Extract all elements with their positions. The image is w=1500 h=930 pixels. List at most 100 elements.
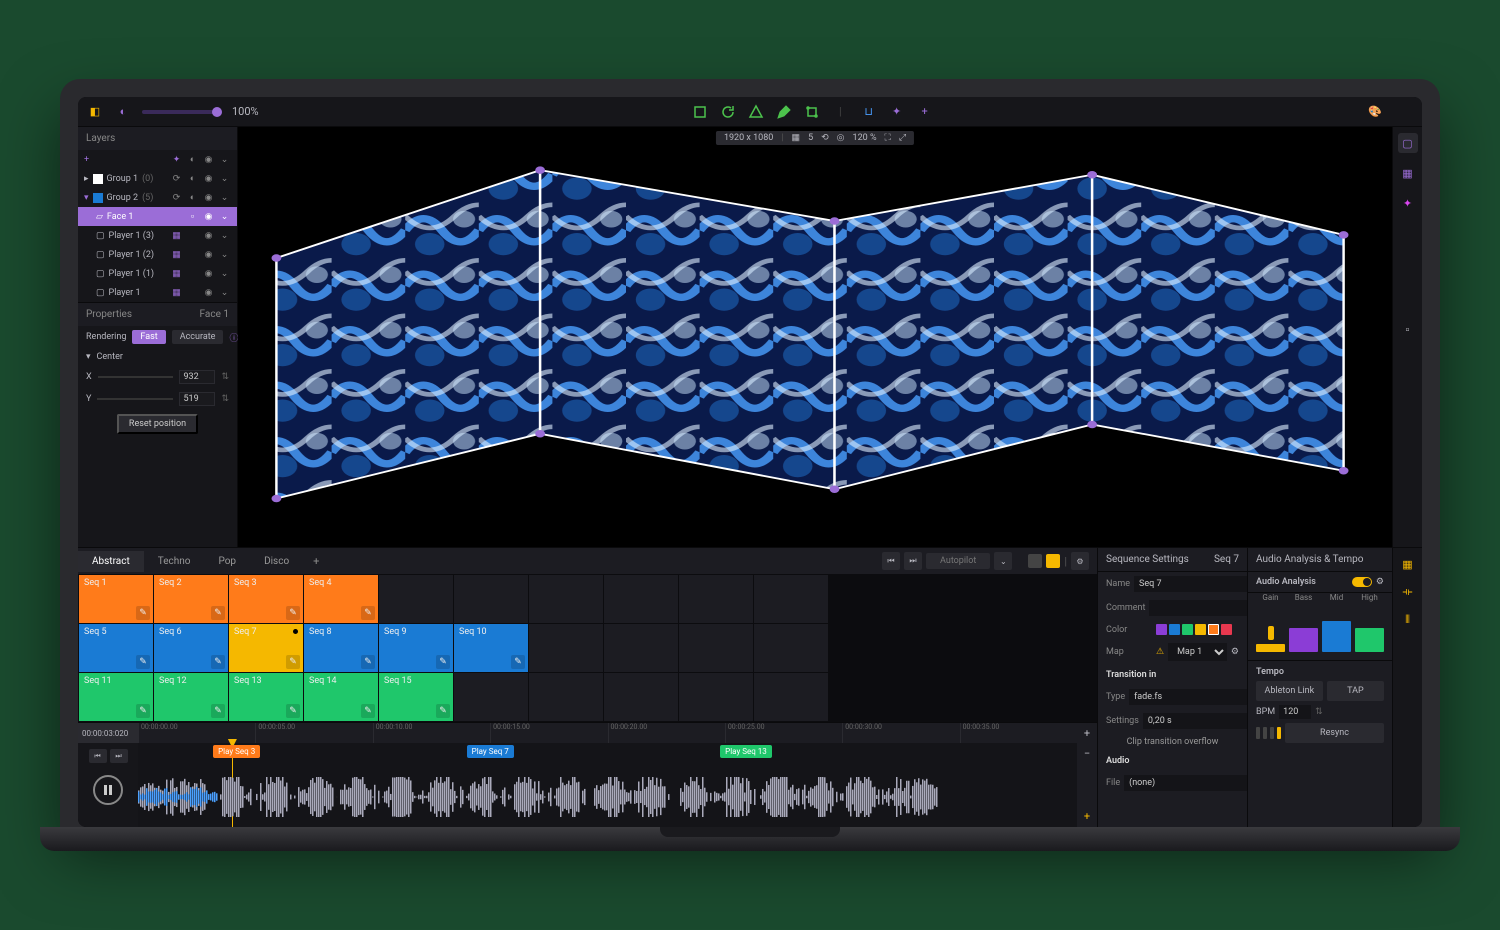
layer-fx-icon[interactable]: ✦ [170,153,183,166]
sequence-cell[interactable] [754,624,828,672]
sequence-cell[interactable] [679,624,753,672]
sequence-cell[interactable]: Seq 9✎ [379,624,453,672]
seq-map-select[interactable]: Map 1 [1168,643,1227,661]
sequence-cell[interactable] [529,575,603,623]
ableton-link-button[interactable]: Ableton Link [1256,681,1323,701]
sequence-cell[interactable]: Seq 3✎ [229,575,303,623]
edit-icon[interactable]: ✎ [136,655,150,669]
x-input[interactable] [179,370,215,384]
audio-settings-icon[interactable]: ⚙ [1376,577,1384,587]
rendering-fast-button[interactable]: Fast [132,330,165,344]
sequence-cell[interactable]: Seq 12✎ [154,673,228,721]
app-icon[interactable]: ◧ [86,103,104,121]
edit-icon[interactable]: ✎ [361,606,375,620]
sequence-cell[interactable] [604,624,678,672]
reset-position-button[interactable]: Reset position [117,414,198,434]
audio-analysis-toggle[interactable] [1352,577,1372,587]
edit-icon[interactable]: ✎ [136,606,150,620]
rendering-accurate-button[interactable]: Accurate [172,330,224,344]
edit-icon[interactable]: ✎ [211,704,225,718]
tab-disco[interactable]: Disco [250,551,303,572]
warning-icon[interactable]: ⚠ [1156,647,1164,657]
layer-expand-icon[interactable]: ⌄ [218,153,231,166]
sequence-cell[interactable] [679,575,753,623]
palette-icon[interactable]: 🎨 [1366,103,1384,121]
edit-icon[interactable]: ✎ [286,704,300,718]
sequence-cell[interactable] [379,575,453,623]
sequence-cell[interactable] [754,575,828,623]
marker-play-seq-7[interactable]: Play Seq 7 [467,745,514,758]
transform-tool-icon[interactable] [803,103,821,121]
marker-play-seq-13[interactable]: Play Seq 13 [720,745,772,758]
audio-file-input[interactable] [1124,775,1248,791]
sequence-cell[interactable] [754,673,828,721]
record-off-button[interactable] [1028,554,1042,568]
timeline-add-track-icon[interactable]: + [1084,810,1090,823]
sequence-cell[interactable]: Seq 6✎ [154,624,228,672]
preview-viewport[interactable] [238,127,1392,547]
x-slider[interactable] [98,376,174,378]
y-input[interactable] [179,392,215,406]
layer-face-1[interactable]: ▱ Face 1 ▫◉⌄ [78,207,237,226]
layer-group-1[interactable]: ▸ Group 1 (0) ⟳◐◉⌄ [78,169,237,188]
tab-techno[interactable]: Techno [144,551,205,572]
next-seq-button[interactable]: ⏭ [904,552,922,570]
add-layer-icon[interactable]: + [84,155,89,165]
layer-player-1-3[interactable]: ▢ Player 1 (3) ▦◉⌄ [78,226,237,245]
autopilot-menu-icon[interactable]: ⌄ [994,552,1012,570]
layer-player-1-2[interactable]: ▢ Player 1 (2) ▦◉⌄ [78,245,237,264]
rail-sliders-icon[interactable]: ⟛ [1398,582,1418,602]
sequence-cell[interactable] [454,673,528,721]
marker-play-seq-3[interactable]: Play Seq 3 [213,745,260,758]
edit-icon[interactable]: ✎ [511,655,525,669]
add-tab-button[interactable]: + [303,550,329,573]
magnet-icon[interactable]: ⊔ [860,103,878,121]
edit-icon[interactable]: ✎ [361,704,375,718]
seq-name-input[interactable] [1134,576,1258,592]
sequence-cell[interactable] [454,575,528,623]
sequence-cell[interactable]: Seq 11✎ [79,673,153,721]
sequence-cell[interactable]: Seq 8✎ [304,624,378,672]
sequence-cell[interactable] [679,673,753,721]
sequence-cell[interactable] [604,673,678,721]
sequence-cell[interactable]: Seq 4✎ [304,575,378,623]
bpm-input[interactable] [1279,705,1311,719]
edit-icon[interactable]: ✎ [136,704,150,718]
sequence-cell[interactable]: Seq 5✎ [79,624,153,672]
edit-icon[interactable]: ✎ [436,704,450,718]
timeline-start-button[interactable]: ⏮ [89,749,107,763]
timeline-pause-button[interactable] [93,775,123,805]
sequence-cell[interactable]: Seq 15✎ [379,673,453,721]
sequence-cell[interactable] [529,624,603,672]
rail-grid-icon[interactable]: ▦ [1398,163,1418,183]
timeline-end-button[interactable]: ⏭ [110,749,128,763]
pen-tool-icon[interactable] [775,103,793,121]
timeline-ruler[interactable]: 00:00:00.0000:00:05.0000:00:10.0000:00:1… [138,723,1077,743]
timeline-tracks[interactable]: Play Seq 3 Play Seq 7 Play Seq 13 [138,743,1077,827]
crop-tool-icon[interactable] [691,103,709,121]
center-section-header[interactable]: ▾Center [78,348,237,366]
timeline-zoom-out-icon[interactable]: − [1084,747,1090,760]
layer-player-1[interactable]: ▢ Player 1 ▦◉⌄ [78,283,237,302]
y-slider[interactable] [97,398,173,400]
contrast-icon[interactable]: ◐ [114,103,132,121]
zoom-slider[interactable] [142,110,222,114]
layer-visibility-icon[interactable]: ◉ [202,153,215,166]
tab-abstract[interactable]: Abstract [78,551,144,572]
sequence-cell[interactable] [529,673,603,721]
edit-icon[interactable]: ✎ [436,655,450,669]
seq-settings-icon[interactable]: ⚙ [1071,552,1089,570]
sequence-cell[interactable]: Seq 10✎ [454,624,528,672]
tab-pop[interactable]: Pop [204,551,250,572]
sequence-cell[interactable]: Seq 1✎ [79,575,153,623]
sequence-cell[interactable]: Seq 13✎ [229,673,303,721]
rotate-tool-icon[interactable] [719,103,737,121]
timeline-zoom-in-icon[interactable]: + [1084,727,1090,740]
rail-mapping-icon[interactable]: ✦ [1398,193,1418,213]
autopilot-button[interactable]: Autopilot [926,553,990,569]
sequence-cell[interactable]: Seq 7✎ [229,624,303,672]
prev-seq-button[interactable]: ⏮ [882,552,900,570]
rail-layers-icon[interactable]: ▢ [1398,133,1418,153]
rail-eq-icon[interactable]: ⦀ [1398,610,1418,630]
sequence-cell[interactable]: Seq 14✎ [304,673,378,721]
